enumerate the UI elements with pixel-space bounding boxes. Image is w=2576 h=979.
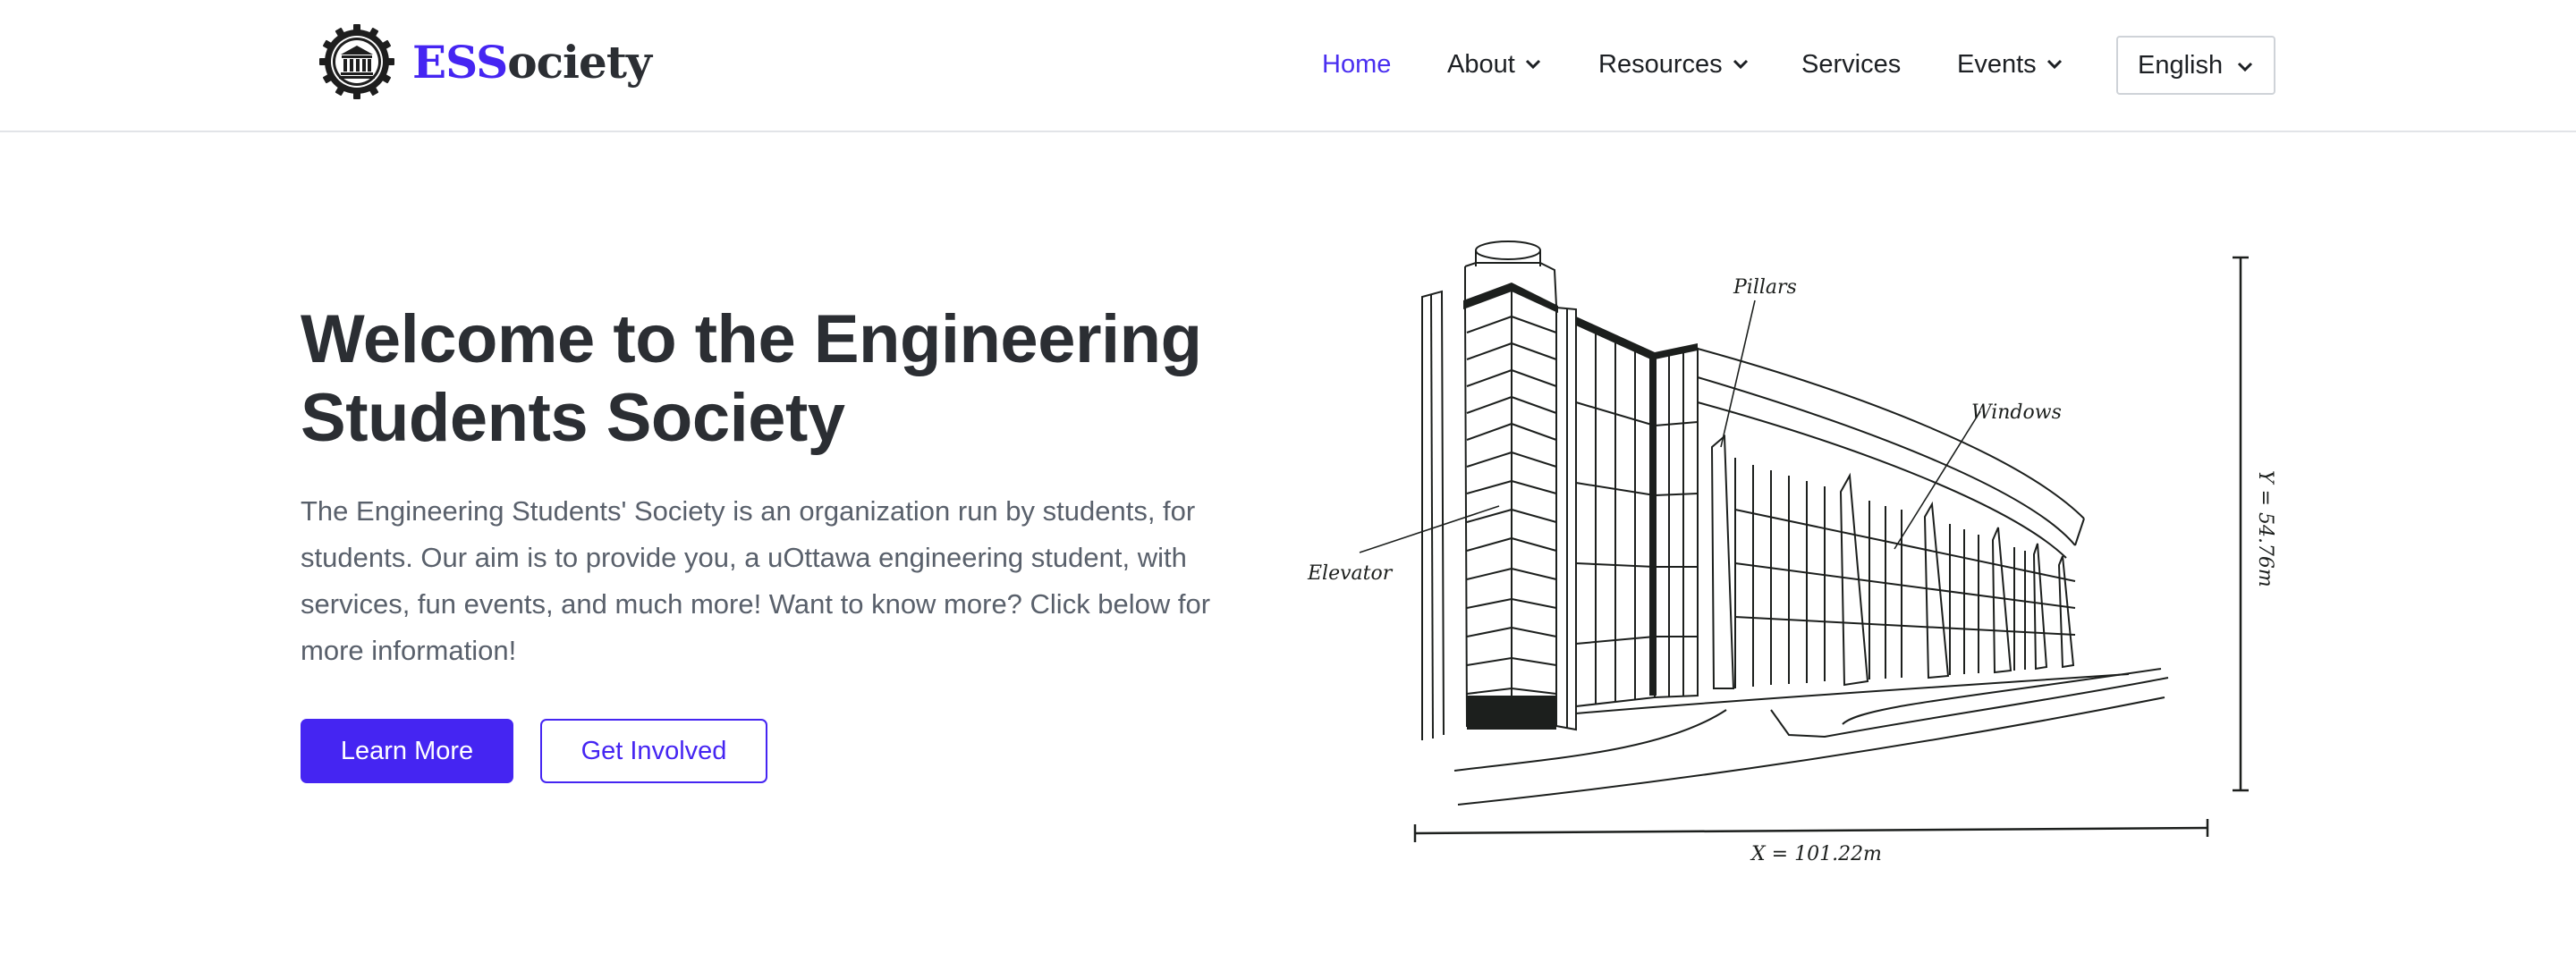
nav-events-label: Events [1957,49,2037,79]
hero-description: The Engineering Students' Society is an … [301,495,1211,666]
nav-services[interactable]: Services [1801,36,1901,93]
nav-resources[interactable]: Resources [1598,36,1750,93]
width-dimension-label: X = 101.22m [1750,843,1882,865]
nav-about-label: About [1447,49,1515,79]
chevron-down-icon [1525,59,1540,70]
language-select[interactable]: English [2116,36,2275,95]
chevron-down-icon [2046,59,2062,70]
windows-label: Windows [1971,401,2062,424]
get-involved-button[interactable]: Get Involved [540,719,767,783]
nav-home-label: Home [1322,49,1392,79]
chevron-down-icon [2237,62,2253,72]
elevator-label: Elevator [1307,562,1394,585]
language-select-value: English [2138,50,2224,80]
nav-resources-label: Resources [1598,49,1723,79]
building-illustration: Pillars Windows Elevator X = 101.22m Y =… [1307,241,2276,865]
chevron-down-icon [1733,59,1748,70]
nav-services-label: Services [1801,49,1902,79]
pillars-label: Pillars [1733,276,1797,299]
navbar: ESSociety Home About Resources Services … [0,0,2576,132]
hero-title: Welcome to the Engineering Students Soci… [301,301,1202,456]
nav-events[interactable]: Events [1957,36,2063,93]
height-dimension-label: Y = 54.76m [2254,470,2276,587]
nav-home[interactable]: Home [1322,36,1391,93]
nav-about[interactable]: About [1447,36,1542,93]
learn-more-button[interactable]: Learn More [301,719,513,783]
